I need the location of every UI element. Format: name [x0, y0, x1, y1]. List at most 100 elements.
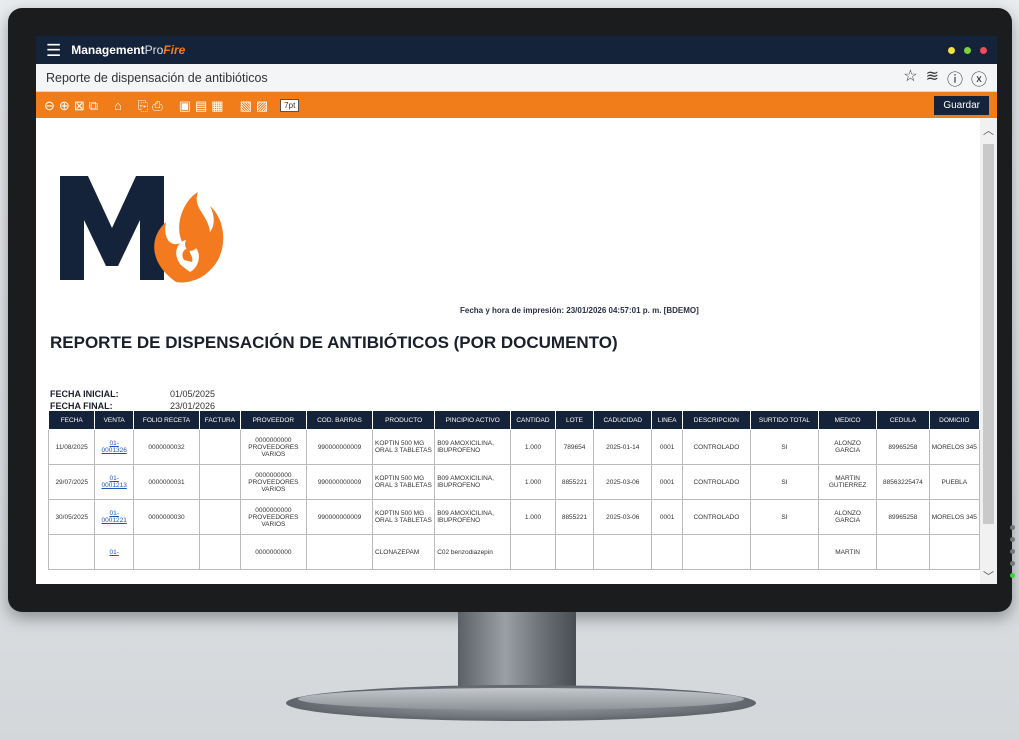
table-cell: 01-0001326	[94, 429, 134, 465]
minimize-dot[interactable]	[948, 46, 955, 54]
menu-icon[interactable]: ☰	[46, 42, 61, 59]
table-cell	[651, 534, 683, 570]
venta-link[interactable]: 01-0001213	[102, 475, 127, 489]
maximize-dot[interactable]	[964, 46, 971, 54]
table-cell: 2025-01-14	[593, 429, 653, 465]
scroll-down-icon[interactable]: ﹀	[983, 568, 994, 584]
table-row: 30/05/2025 01-0001221 0000000030 0000000000…	[47, 499, 980, 535]
table-cell: 0000000000 PROVEEDORES VARIOS	[239, 464, 308, 500]
table-cell	[749, 534, 820, 570]
column-header: FACTURA	[199, 410, 241, 430]
save-button[interactable]: Guardar	[934, 95, 989, 115]
window-header: Reporte de dispensación de antibióticos …	[36, 64, 997, 92]
app-titlebar: ☰ ManagementProFire	[36, 36, 997, 64]
fecha-inicial-label: FECHA INICIAL:	[50, 389, 119, 399]
vertical-scrollbar[interactable]: ︿ ﹀	[980, 118, 997, 584]
home-icon[interactable]: ⌂	[114, 99, 122, 112]
window-title: Reporte de dispensación de antibióticos	[46, 70, 268, 85]
table-cell	[306, 534, 373, 570]
table-cell: CONTROLADO	[681, 429, 751, 465]
zoom-select[interactable]: 7pt	[280, 98, 300, 112]
app-screen: ☰ ManagementProFire Reporte de dispensac…	[36, 36, 997, 584]
table-cell: 89965258	[876, 429, 930, 465]
table-cell: B09 AMOXICILINA, IBUPROFENO	[434, 464, 512, 500]
export-pdf-icon[interactable]: ▣	[179, 99, 191, 112]
table-cell: 1.000	[510, 429, 556, 465]
table-cell: 30/05/2025	[47, 499, 96, 535]
scroll-thumb[interactable]	[983, 144, 994, 524]
table-cell: SI	[749, 429, 820, 465]
table-cell: SI	[749, 499, 820, 535]
table-cell: SI	[749, 464, 820, 500]
column-header: LINEA	[651, 410, 683, 430]
print-icon[interactable]: ⎙	[152, 99, 162, 112]
export-doc-icon[interactable]: ▧	[240, 99, 252, 112]
table-cell: 990000000009	[306, 499, 373, 535]
help-icon[interactable]: ⓘ	[947, 66, 963, 90]
search-icon[interactable]: ⎘	[138, 99, 148, 112]
report-page: Fecha y hora de impresión: 23/01/2026 04…	[36, 118, 980, 584]
column-header: CEDULA	[876, 410, 930, 430]
table-cell: 11/08/2025	[47, 429, 96, 465]
table-cell	[199, 464, 241, 500]
table-cell	[593, 534, 653, 570]
table-cell: 29/07/2025	[47, 464, 96, 500]
close-icon[interactable]: ⓧ	[971, 66, 987, 90]
prev-page-icon[interactable]: ⊕	[59, 99, 70, 112]
table-cell	[876, 534, 930, 570]
table-cell	[554, 534, 595, 570]
table-row: 01- 0000000000 CLONAZEPAM C02 benzodiazepin…	[47, 534, 980, 570]
table-cell: 0001	[651, 499, 683, 535]
table-cell: 89965258	[876, 499, 930, 535]
column-header: DESCRIPCION	[681, 410, 751, 430]
table-cell: C02 benzodiazepin	[434, 534, 512, 570]
table-cell: 88563225474	[876, 464, 930, 500]
table-cell: B09 AMOXICILINA, IBUPROFENO	[434, 499, 512, 535]
export-excel-icon[interactable]: ▦	[211, 99, 223, 112]
table-cell: 01-	[94, 534, 134, 570]
table-cell: 8855221	[554, 499, 595, 535]
table-cell: 2025-03-06	[593, 464, 653, 500]
table-cell: 0000000030	[132, 499, 201, 535]
column-header: SURTIDO TOTAL	[749, 410, 820, 430]
table-cell: PUEBLA	[928, 464, 980, 500]
table-cell	[199, 429, 241, 465]
venta-link[interactable]: 01-0001326	[102, 440, 127, 454]
column-header: MEDICO	[818, 410, 878, 430]
table-cell: CONTROLADO	[681, 499, 751, 535]
brand-logo: ManagementProFire	[71, 43, 186, 57]
table-cell: 0001	[651, 464, 683, 500]
table-cell: CLONAZEPAM	[371, 534, 436, 570]
table-cell: 0000000000 PROVEEDORES VARIOS	[239, 499, 308, 535]
next-page-icon[interactable]: ⊠	[74, 99, 85, 112]
scroll-up-icon[interactable]: ︿	[983, 122, 994, 138]
table-cell: 01-0001213	[94, 464, 134, 500]
table-cell: KOPTIN 500 MG ORAL 3 TABLETAS	[371, 464, 436, 500]
export-image-icon[interactable]: ▤	[195, 99, 207, 112]
table-cell: 2025-03-06	[593, 499, 653, 535]
table-cell: 789654	[554, 429, 595, 465]
monitor-stand-neck	[458, 612, 576, 690]
close-dot[interactable]	[980, 46, 987, 54]
table-cell: MORELOS 345	[928, 499, 980, 535]
column-header: PROVEEDOR	[239, 410, 308, 430]
table-cell: 1.000	[510, 464, 556, 500]
monitor-buttons	[1010, 525, 1016, 605]
column-header: COD. BARRAS	[306, 410, 373, 430]
table-cell: 0001	[651, 429, 683, 465]
column-header: FECHA	[47, 410, 96, 430]
table-cell	[199, 534, 241, 570]
first-page-icon[interactable]: ⊖	[44, 99, 55, 112]
layers-icon[interactable]: ≋	[926, 66, 939, 90]
venta-link[interactable]: 01-	[109, 549, 118, 556]
column-header: CADUCIDAD	[593, 410, 653, 430]
table-cell	[510, 534, 556, 570]
star-icon[interactable]: ☆	[903, 66, 917, 90]
column-header: PRODUCTO	[371, 410, 436, 430]
last-page-icon[interactable]: ⧉	[89, 99, 98, 112]
export-text-icon[interactable]: ▨	[256, 99, 268, 112]
table-cell: 1.000	[510, 499, 556, 535]
venta-link[interactable]: 01-0001221	[102, 510, 127, 524]
table-cell: MARTIN GUTIERREZ	[818, 464, 878, 500]
table-cell: 0000000031	[132, 464, 201, 500]
